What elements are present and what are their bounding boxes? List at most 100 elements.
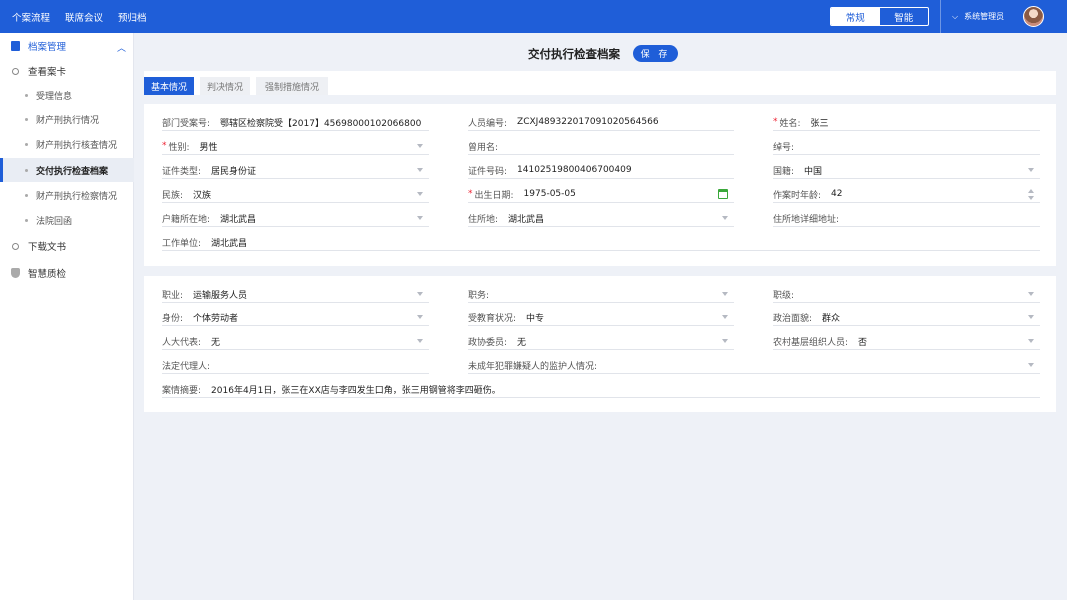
field-label: 民族: (162, 190, 184, 201)
position-select[interactable]: 职务: (468, 286, 734, 303)
field-value: 42 (831, 189, 843, 199)
chevron-down-icon (722, 315, 728, 319)
npc-rep-select[interactable]: 人大代表: 无 (162, 333, 429, 350)
sidebar-item-label: 财产刑执行核查情况 (36, 140, 118, 151)
mode-normal-button[interactable]: 常规 (831, 8, 880, 25)
sidebar-item-property-inspect[interactable]: 财产刑执行检察情况 (0, 183, 134, 207)
nav-case-flow[interactable]: 个案流程 (12, 10, 50, 24)
guardian-select[interactable]: 未成年犯罪嫌疑人的监护人情况: (468, 357, 1040, 374)
field-label: 人大代表: (162, 337, 202, 348)
chevron-down-icon (417, 192, 423, 196)
field-label: 政治面貌: (773, 313, 813, 324)
field-label: 政协委员: (468, 337, 508, 348)
sidebar-item-label: 交付执行检查档案 (36, 166, 109, 177)
household-select[interactable]: 户籍所在地: 湖北武昌 (162, 210, 429, 227)
field-value: 居民身份证 (211, 166, 257, 177)
user-menu[interactable]: ⌵ 系统管理员 (952, 0, 1004, 33)
sidebar-section-label: 档案管理 (28, 42, 67, 53)
sidebar-item-view-card[interactable]: 查看案卡 (0, 62, 134, 80)
cppcc-select[interactable]: 政协委员: 无 (468, 333, 734, 350)
sidebar-item-accept-info[interactable]: 受理信息 (0, 83, 134, 107)
field-value: 中专 (526, 313, 545, 324)
field-label: 受教育状况: (468, 313, 517, 324)
crime-age-stepper[interactable]: 作案时年龄: 42 (773, 186, 1040, 203)
chevron-down-icon (1028, 339, 1034, 343)
occupation-select[interactable]: 职业: 运输服务人员 (162, 286, 429, 303)
id-no-field[interactable]: 证件号码: 14102519800406700409 (468, 162, 734, 179)
chevron-down-icon (417, 292, 423, 296)
person-no-field[interactable]: 人员编号: ZCXJ489322017091020564566 (468, 114, 734, 131)
field-label: 职级: (773, 290, 795, 301)
sidebar-item-quality-check[interactable]: 智慧质检 (0, 264, 134, 282)
field-label: 绰号: (773, 142, 795, 153)
sidebar-item-property-exec[interactable]: 财产刑执行情况 (0, 107, 134, 131)
rank-select[interactable]: 职级: (773, 286, 1040, 303)
save-button[interactable]: 保 存 (633, 45, 678, 62)
work-unit-field[interactable]: 工作单位: 湖北武昌 (162, 234, 1040, 251)
chevron-down-icon (417, 315, 423, 319)
legal-agent-field[interactable]: 法定代理人: (162, 357, 429, 374)
chevron-down-icon (1028, 168, 1034, 172)
field-value: 无 (211, 337, 221, 348)
sidebar-item-court-reply[interactable]: 法院回函 (0, 208, 134, 232)
field-label: 职业: (162, 290, 184, 301)
field-label: 法定代理人: (162, 361, 211, 372)
tab-basic-info[interactable]: 基本情况 (144, 77, 194, 95)
user-name: 系统管理员 (964, 12, 1005, 21)
spinner-icon[interactable] (1028, 189, 1034, 200)
avatar[interactable] (1023, 6, 1044, 27)
calendar-icon[interactable] (718, 189, 728, 199)
sidebar-item-delivery-archive[interactable]: 交付执行检查档案 (0, 158, 134, 182)
shield-icon (11, 268, 20, 278)
field-label: 证件号码: (468, 166, 508, 177)
circle-icon (12, 67, 19, 75)
chevron-up-icon: ︿ (117, 44, 127, 54)
gender-select[interactable]: * 性别: 男性 (162, 138, 429, 155)
birth-date-picker[interactable]: * 出生日期: 1975-05-05 (468, 186, 734, 203)
rural-org-select[interactable]: 农村基层组织人员: 否 (773, 333, 1040, 350)
identity-select[interactable]: 身份: 个体劳动者 (162, 309, 429, 326)
sidebar-item-property-verify[interactable]: 财产刑执行核查情况 (0, 132, 134, 156)
field-value: ZCXJ489322017091020564566 (517, 117, 659, 127)
education-select[interactable]: 受教育状况: 中专 (468, 309, 734, 326)
name-field[interactable]: * 姓名: 张三 (773, 114, 1040, 131)
id-type-select[interactable]: 证件类型: 居民身份证 (162, 162, 429, 179)
case-summary-field[interactable]: 案情摘要: 2016年4月1日，张三在XX店与李四发生口角，张三用钢管将李四砸伤… (162, 381, 1040, 398)
chevron-down-icon (722, 216, 728, 220)
sidebar-item-label: 智慧质检 (28, 269, 67, 280)
residence-select[interactable]: 住所地: 湖北武昌 (468, 210, 734, 227)
chevron-down-icon (417, 216, 423, 220)
nickname-field[interactable]: 绰号: (773, 138, 1040, 155)
ethnicity-select[interactable]: 民族: 汉族 (162, 186, 429, 203)
field-value: 1975-05-05 (523, 189, 576, 199)
field-label: 工作单位: (162, 238, 202, 249)
field-value: 湖北武昌 (220, 214, 257, 225)
required-mark: * (162, 141, 167, 151)
field-value: 群众 (822, 313, 841, 324)
mode-smart-button[interactable]: 智能 (880, 8, 929, 25)
nav-joint-meeting[interactable]: 联席会议 (65, 10, 103, 24)
page-title: 交付执行检查档案 (528, 47, 620, 61)
detail-info-card: 职业: 运输服务人员 职务: 职级: 身份: 个体劳动者 受教育状况: 中专 政… (144, 276, 1056, 412)
nav-pre-archive[interactable]: 预归档 (118, 10, 147, 24)
basic-info-card: 部门受案号: 鄂辖区检察院受【2017】45698000102066800 人员… (144, 104, 1056, 266)
top-bar: 个案流程 联席会议 预归档 常规 智能 ⌵ 系统管理员 (0, 0, 1067, 33)
field-value: 湖北武昌 (508, 214, 545, 225)
nationality-select[interactable]: 国籍: 中国 (773, 162, 1040, 179)
dept-case-no-field[interactable]: 部门受案号: 鄂辖区检察院受【2017】45698000102066800 (162, 114, 429, 131)
field-label: 职务: (468, 290, 490, 301)
field-value: 男性 (199, 142, 218, 153)
field-label: 姓名: (779, 118, 801, 129)
sidebar-item-label: 法院回函 (36, 216, 73, 227)
former-name-field[interactable]: 曾用名: (468, 138, 734, 155)
residence-detail-field[interactable]: 住所地详细地址: (773, 210, 1040, 227)
chevron-down-icon (417, 144, 423, 148)
sidebar-section-archive[interactable]: 档案管理 ︿ (0, 37, 134, 55)
field-label: 身份: (162, 313, 184, 324)
tab-verdict[interactable]: 判决情况 (200, 77, 250, 95)
tab-coercive-measures[interactable]: 强制措施情况 (256, 77, 328, 95)
field-label: 户籍所在地: (162, 214, 211, 225)
field-value: 汉族 (193, 190, 212, 201)
political-select[interactable]: 政治面貌: 群众 (773, 309, 1040, 326)
sidebar-item-download-docs[interactable]: 下载文书 (0, 237, 134, 255)
